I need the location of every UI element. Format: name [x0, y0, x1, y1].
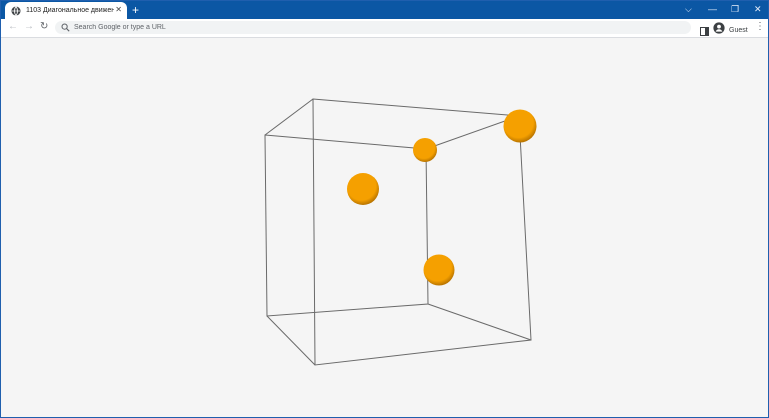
close-window-button[interactable]: ✕	[754, 3, 762, 15]
cube-edge	[266, 315, 316, 366]
restore-button[interactable]: ❐	[731, 3, 739, 15]
new-tab-button[interactable]: +	[132, 4, 139, 16]
profile-label: Guest	[729, 26, 748, 34]
menu-icon[interactable]: ⋮	[755, 22, 765, 32]
globe-icon	[11, 5, 21, 16]
tab-search-icon[interactable]: ⌵	[685, 3, 692, 15]
address-input[interactable]	[74, 22, 634, 33]
side-panel-icon[interactable]	[700, 23, 709, 36]
sphere-top-right	[503, 109, 537, 143]
minimize-button[interactable]: —	[708, 3, 717, 15]
cube-front-face	[264, 134, 429, 317]
spheres	[347, 109, 537, 286]
tab-close-icon[interactable]: ✕	[115, 5, 122, 15]
back-button[interactable]: ←	[8, 21, 18, 33]
cube-edge	[427, 303, 532, 341]
reload-button[interactable]: ↻	[40, 21, 48, 33]
tab-active[interactable]: 1103 Диагональное движение.h ✕	[5, 2, 127, 19]
title-bar: 1103 Диагональное движение.h ✕ + ⌵ — ❐ ✕	[1, 1, 768, 19]
cube-wireframe	[264, 98, 532, 366]
browser-toolbar: ← → ↻ Search Google or type a URL Guest …	[1, 19, 768, 38]
sphere-left	[347, 173, 379, 205]
sphere-upper-middle	[413, 138, 437, 162]
forward-button[interactable]: →	[24, 21, 34, 33]
browser-window: 1103 Диагональное движение.h ✕ + ⌵ — ❐ ✕…	[0, 0, 769, 418]
cube-edge	[264, 98, 314, 136]
sphere-lower	[423, 254, 455, 286]
profile-button[interactable]: Guest	[713, 21, 748, 39]
address-bar[interactable]	[55, 21, 691, 34]
avatar-icon	[713, 21, 725, 39]
scene-canvas	[264, 98, 537, 366]
search-icon	[61, 23, 70, 32]
page-viewport	[1, 38, 768, 417]
tab-title: 1103 Диагональное движение.h	[26, 7, 114, 14]
